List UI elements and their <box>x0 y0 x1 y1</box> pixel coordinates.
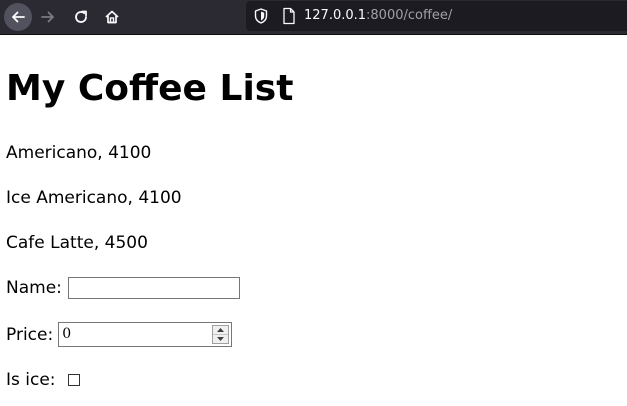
ice-checkbox[interactable] <box>67 374 80 386</box>
url-host: 127.0.0.1 <box>304 8 367 23</box>
shield-icon[interactable] <box>254 8 268 24</box>
home-button[interactable] <box>98 3 126 31</box>
url-path: :8000/coffee/ <box>366 8 453 23</box>
forward-button[interactable] <box>34 3 62 31</box>
back-arrow-icon <box>12 11 25 23</box>
ice-label: Is ice: <box>6 370 56 390</box>
price-row: Price: 0 <box>6 322 233 347</box>
coffee-list-item: Ice Americano, 4100 <box>6 188 182 208</box>
reload-icon <box>75 10 87 23</box>
price-value: 0 <box>62 326 72 342</box>
name-label: Name: <box>6 278 62 298</box>
caret-up-icon <box>217 328 225 332</box>
name-input[interactable] <box>67 277 240 299</box>
url-text[interactable]: 127.0.0.1:8000/coffee/ <box>304 8 452 24</box>
spin-down-button[interactable] <box>213 335 228 343</box>
coffee-list-item: Americano, 4100 <box>6 143 152 163</box>
back-button[interactable] <box>4 3 32 31</box>
address-bar[interactable]: 127.0.0.1:8000/coffee/ <box>246 1 627 31</box>
name-row: Name: <box>6 277 240 299</box>
ice-row: Is ice: <box>6 369 80 391</box>
price-input[interactable]: 0 <box>58 322 233 347</box>
reload-button[interactable] <box>67 3 95 31</box>
price-spinner[interactable] <box>212 325 230 344</box>
page-content: My Coffee List Americano, 4100 Ice Ameri… <box>0 35 627 406</box>
page-title: My Coffee List <box>6 68 294 109</box>
forward-arrow-icon <box>41 11 54 23</box>
price-label: Price: <box>6 324 54 345</box>
page-icon <box>283 7 295 25</box>
coffee-list-item: Cafe Latte, 4500 <box>6 233 148 253</box>
home-icon <box>105 10 119 24</box>
browser-toolbar: 127.0.0.1:8000/coffee/ <box>0 0 627 35</box>
caret-down-icon <box>217 337 225 341</box>
spin-up-button[interactable] <box>213 326 229 335</box>
